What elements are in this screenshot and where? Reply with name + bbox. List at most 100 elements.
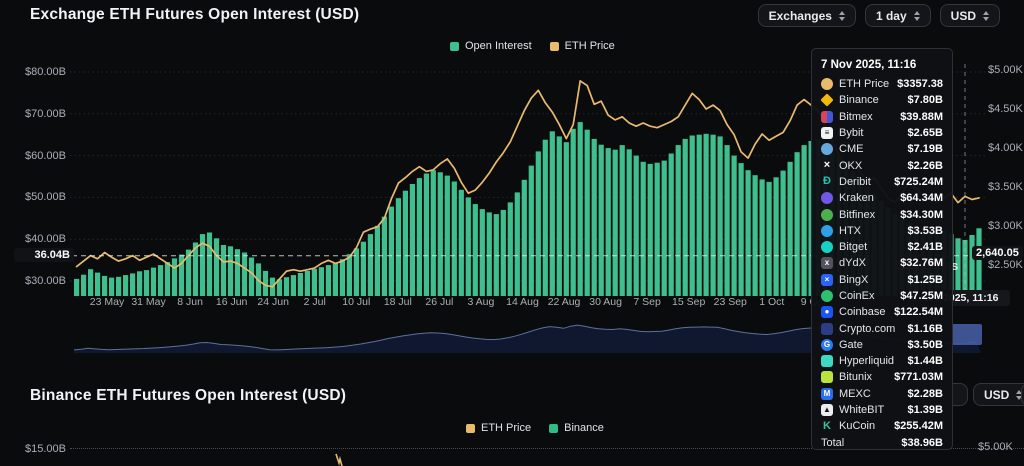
tooltip-row-value: $3.53B — [908, 225, 943, 237]
tooltip-row-label: MEXC — [839, 388, 908, 400]
binance-chart-price-spark — [336, 454, 342, 466]
dydx-icon: x — [821, 257, 833, 269]
legend-item-binance[interactable]: Binance — [549, 422, 604, 434]
tooltip-row-cme: CME$7.19B — [821, 141, 943, 157]
tooltip-row-value: $2.65B — [908, 127, 943, 139]
currency-dropdown-label: USD — [951, 9, 976, 23]
tooltip-row-value: $38.96B — [901, 437, 943, 449]
tooltip-row-bitget: Bitget$2.41B — [821, 239, 943, 255]
y-axis-label-15b: $15.00B — [20, 443, 66, 455]
chevron-down-icon — [839, 17, 845, 21]
tooltip-row-value: $1.25B — [908, 274, 943, 286]
tooltip-row-deribit: Đ Deribit$725.24M — [821, 174, 943, 190]
currency-dropdown[interactable]: USD — [940, 4, 1000, 27]
chevron-down-icon — [983, 17, 989, 21]
tooltip-row-total: Total$38.96B — [821, 435, 943, 451]
coinbase-icon: ● — [821, 306, 833, 318]
okx-icon: × — [821, 160, 833, 172]
tooltip-row-label: Bitfinex — [839, 209, 900, 221]
binance-chart-controls: USD — [973, 383, 1024, 406]
tooltip-row-eth-price: ETH Price$3357.38 — [821, 76, 943, 92]
tooltip-row-value: $39.88M — [900, 111, 943, 123]
exchange-tooltip: 7 Nov 2025, 11:16 ETH Price$3357.38Binan… — [811, 48, 953, 450]
whitebit-icon: ▲ — [821, 404, 833, 416]
tooltip-row-label: WhiteBIT — [839, 404, 908, 416]
tooltip-row-value: $725.24M — [894, 176, 943, 188]
kraken-icon — [821, 192, 833, 204]
tooltip-row-mexc: M MEXC$2.28B — [821, 386, 943, 402]
deribit-icon: Đ — [821, 176, 833, 188]
y-axis-tick-label: $60.00B — [14, 150, 66, 162]
currency-dropdown-2[interactable]: USD — [973, 383, 1024, 406]
tooltip-row-value: $122.54M — [894, 306, 943, 318]
tooltip-row-label: KuCoin — [839, 420, 894, 432]
tooltip-row-okx: ×OKX$2.26B — [821, 157, 943, 173]
tooltip-row-value: $1.44B — [908, 355, 943, 367]
bitget-icon — [821, 241, 833, 253]
gate-icon: G — [821, 339, 833, 351]
bingx-icon: × — [821, 274, 833, 286]
eth-price-dot — [821, 78, 833, 90]
tooltip-row-label: HTX — [839, 225, 908, 237]
tooltip-row-bitfinex: Bitfinex$34.30M — [821, 206, 943, 222]
crosshair-right-badge: 2,640.05 — [972, 246, 1023, 260]
legend-swatch — [450, 42, 459, 51]
main-chart-legend: Open Interest ETH Price — [450, 40, 615, 52]
hyperliquid-icon — [821, 355, 833, 367]
tooltip-row-bitunix: Bitunix$771.03M — [821, 369, 943, 385]
binance-icon — [820, 94, 833, 107]
tooltip-row-value: $771.03M — [894, 371, 943, 383]
tooltip-row-label: CME — [839, 143, 908, 155]
legend-swatch — [550, 42, 559, 51]
tooltip-row-value: $32.76M — [900, 257, 943, 269]
tooltip-row-kucoin: KKuCoin$255.42M — [821, 418, 943, 434]
coinglass-dashboard: { "ui": { "controls": [ {"label": "Excha… — [0, 0, 1024, 466]
tooltip-row-bitmex: Bitmex$39.88M — [821, 109, 943, 125]
y-axis-tick-label: $50.00B — [14, 191, 66, 203]
tooltip-row-value: $34.30M — [900, 209, 943, 221]
y-axis-tick-label: $80.00B — [14, 66, 66, 78]
tooltip-row-label: dYdX — [839, 257, 900, 269]
chevron-up-icon — [839, 11, 845, 15]
tooltip-row-value: $2.28B — [908, 388, 943, 400]
tooltip-row-label: Bybit — [839, 127, 908, 139]
legend-item-open-interest[interactable]: Open Interest — [450, 40, 532, 52]
legend-label: Binance — [564, 422, 604, 434]
tooltip-row-label: OKX — [839, 160, 908, 172]
binance-chart-legend: ETH Price Binance — [466, 422, 604, 434]
mexc-icon: M — [821, 388, 833, 400]
tooltip-row-label: BingX — [839, 274, 908, 286]
currency-dropdown-2-label: USD — [984, 388, 1009, 402]
htx-icon — [821, 225, 833, 237]
cme-icon — [821, 143, 833, 155]
exchanges-dropdown[interactable]: Exchanges — [758, 4, 856, 27]
tooltip-row-label: Bitget — [839, 241, 908, 253]
tooltip-row-value: $1.39B — [908, 404, 943, 416]
tooltip-row-value: $3357.38 — [897, 78, 943, 90]
legend-swatch — [466, 424, 475, 433]
crosshair-left-badge: 36.04B — [14, 248, 74, 262]
navigator-handle[interactable] — [952, 324, 982, 345]
tooltip-row-label: Crypto.com — [839, 323, 908, 335]
tooltip-row-kraken: Kraken$64.34M — [821, 190, 943, 206]
tooltip-row-value: $64.34M — [900, 192, 943, 204]
tooltip-row-label: Gate — [839, 339, 908, 351]
tooltip-row-value: $7.80B — [908, 94, 943, 106]
exchanges-dropdown-label: Exchanges — [769, 9, 832, 23]
tooltip-row-label: Bitunix — [839, 371, 894, 383]
tooltip-row-coinbase: ● Coinbase$122.54M — [821, 304, 943, 320]
interval-dropdown[interactable]: 1 day — [865, 4, 931, 27]
tooltip-row-label: Bitmex — [839, 111, 900, 123]
legend-item-eth-price[interactable]: ETH Price — [550, 40, 615, 52]
tooltip-row-label: Deribit — [839, 176, 894, 188]
bitunix-icon — [821, 371, 833, 383]
legend-label: ETH Price — [565, 40, 615, 52]
bybit-icon: ≡ — [821, 127, 833, 139]
y-axis-label-5k: $5.00K — [978, 441, 1013, 453]
bitmex-icon — [821, 111, 833, 123]
tooltip-row-label: Coinbase — [839, 306, 894, 318]
tooltip-row-value: $7.19B — [908, 143, 943, 155]
y-axis-right-tick-label: $4.00K — [988, 142, 1023, 154]
tooltip-row-value: $3.50B — [908, 339, 943, 351]
legend-item-eth-price[interactable]: ETH Price — [466, 422, 531, 434]
